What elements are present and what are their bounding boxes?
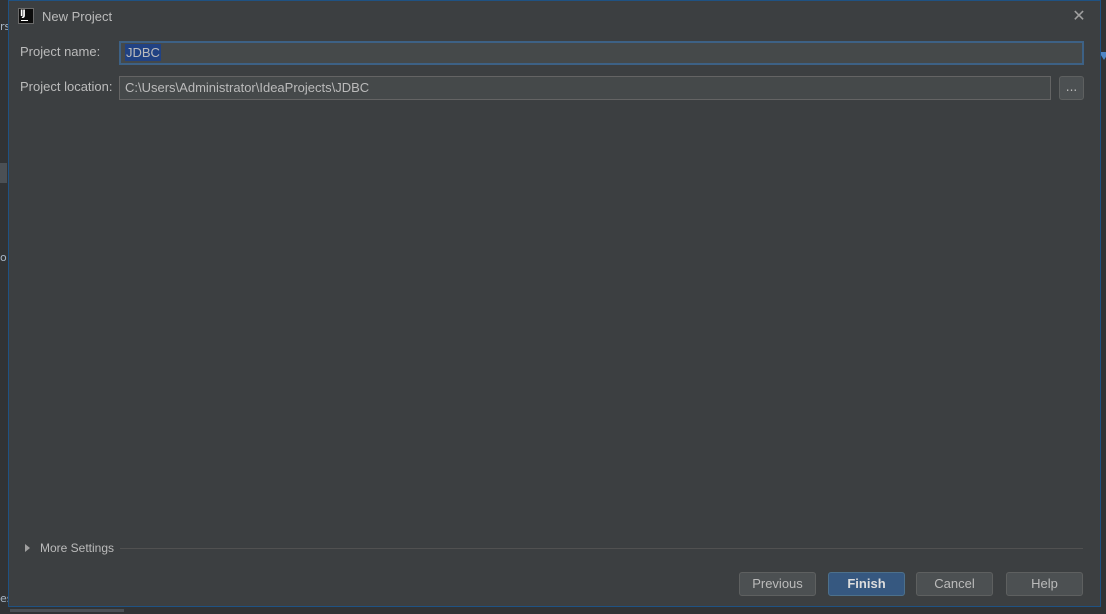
project-location-input[interactable]: C:\Users\Administrator\IdeaProjects\JDBC xyxy=(119,76,1051,100)
dialog-titlebar: IJ New Project ✕ xyxy=(9,1,1100,31)
intellij-idea-icon: IJ xyxy=(18,8,34,24)
project-name-selected-text: JDBC xyxy=(125,44,161,61)
background-text-fragment: o xyxy=(0,251,7,264)
cancel-button[interactable]: Cancel xyxy=(916,572,993,596)
more-settings-label: More Settings xyxy=(40,541,115,555)
previous-button[interactable]: Previous xyxy=(739,572,816,596)
new-project-dialog: IJ New Project ✕ Project name: JDBC Proj… xyxy=(8,0,1101,607)
project-name-label: Project name: xyxy=(20,44,101,59)
triangle-right-icon xyxy=(25,544,30,552)
browse-button[interactable]: ... xyxy=(1059,76,1084,100)
dialog-title: New Project xyxy=(42,9,113,24)
project-name-input[interactable]: JDBC xyxy=(119,41,1084,65)
project-location-label: Project location: xyxy=(20,79,113,94)
background-scrollbar xyxy=(10,609,124,612)
close-icon[interactable]: ✕ xyxy=(1070,7,1088,25)
more-settings-divider xyxy=(120,548,1083,549)
finish-button[interactable]: Finish xyxy=(828,572,905,596)
background-panel-strip xyxy=(0,163,7,183)
help-button[interactable]: Help xyxy=(1006,572,1083,596)
